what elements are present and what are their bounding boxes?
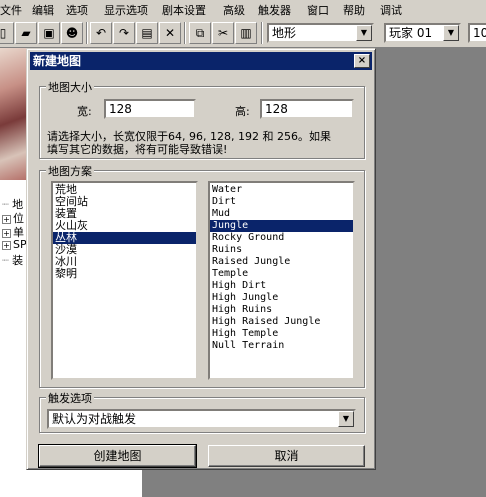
- chevron-down-icon[interactable]: ▼: [338, 411, 354, 427]
- trigger-options-group: 触发选项 默认为对战触发 ▼: [39, 390, 365, 433]
- menu-window[interactable]: 窗口: [307, 2, 329, 18]
- terrain-list-item[interactable]: Null Terrain: [210, 340, 353, 352]
- scheme-list-item[interactable]: 黎明: [53, 268, 196, 280]
- new-map-dialog: 新建地图 × 地图大小 宽: 128 高: 128 请选择大小，长宽仅限于64,…: [26, 48, 376, 470]
- menu-bar: 文件 编辑 选项 显示选项 剧本设置 高级 触发器 窗口 帮助 调试: [0, 0, 486, 18]
- map-size-group: 地图大小 宽: 128 高: 128 请选择大小，长宽仅限于64, 96, 12…: [39, 79, 365, 159]
- terrain-list-item[interactable]: Water: [210, 184, 353, 196]
- menu-triggers[interactable]: 触发器: [258, 2, 291, 18]
- terrain-list-item[interactable]: Jungle: [210, 220, 353, 232]
- terrain-list-item[interactable]: Ruins: [210, 244, 353, 256]
- terrain-list-item[interactable]: High Dirt: [210, 280, 353, 292]
- toolbar-separator: [261, 22, 263, 44]
- menu-debug[interactable]: 调试: [380, 2, 402, 18]
- terrain-list-item[interactable]: Temple: [210, 268, 353, 280]
- map-scheme-legend: 地图方案: [46, 163, 94, 179]
- menu-file[interactable]: 文件: [0, 2, 22, 18]
- new-file-icon[interactable]: ▯: [0, 22, 14, 44]
- chevron-down-icon[interactable]: ▼: [356, 25, 372, 41]
- width-label: 宽:: [77, 105, 92, 118]
- close-icon[interactable]: ×: [354, 54, 370, 68]
- height-label: 高:: [235, 105, 250, 118]
- menu-options[interactable]: 选项: [66, 2, 88, 18]
- height-input[interactable]: 128: [260, 99, 354, 119]
- expand-icon[interactable]: +: [2, 228, 11, 238]
- menu-help[interactable]: 帮助: [343, 2, 365, 18]
- toolbar-separator: [184, 22, 186, 44]
- portrait-icon[interactable]: ☻: [61, 22, 83, 44]
- portrait-preview-image: [0, 48, 26, 180]
- expand-icon[interactable]: +: [2, 214, 11, 224]
- terrain-list-item[interactable]: Rocky Ground: [210, 232, 353, 244]
- player-value: 玩家 01: [389, 26, 433, 40]
- delete-icon[interactable]: ✕: [159, 22, 181, 44]
- cancel-button[interactable]: 取消: [208, 445, 365, 467]
- terrain-layer-select[interactable]: 地形 ▼: [267, 23, 374, 43]
- map-size-legend: 地图大小: [46, 79, 94, 95]
- terrain-list-item[interactable]: Mud: [210, 208, 353, 220]
- size-note-line2: 填写其它的数据，将有可能导致错误!: [47, 143, 228, 156]
- toolbar: ▯ ▰ ▣ ☻ ↶ ↷ ▤ ✕ ⧉ ✂ ▥ 地形 ▼ 玩家 01 ▼ 100: [0, 18, 486, 48]
- cut-icon[interactable]: ✂: [212, 22, 234, 44]
- terrain-list-item[interactable]: High Jungle: [210, 292, 353, 304]
- tree-item[interactable]: + SP: [2, 238, 27, 251]
- redo-icon[interactable]: ↷: [113, 22, 135, 44]
- menu-scenario-settings[interactable]: 剧本设置: [162, 2, 206, 18]
- expand-icon[interactable]: +: [2, 240, 11, 250]
- chevron-down-icon[interactable]: ▼: [443, 25, 459, 41]
- terrain-list-item[interactable]: High Temple: [210, 328, 353, 340]
- save-icon[interactable]: ▣: [38, 22, 60, 44]
- map-scheme-group: 地图方案 荒地 空间站 装置 火山灰 丛林 沙漠 冰川 黎明 Water Dirt Mud Jung…: [39, 163, 365, 388]
- menu-advanced[interactable]: 高级: [223, 2, 245, 18]
- menu-display-options[interactable]: 显示选项: [104, 2, 148, 18]
- copy-icon[interactable]: ⧉: [189, 22, 211, 44]
- trigger-options-select[interactable]: 默认为对战触发 ▼: [47, 409, 356, 429]
- scheme-list[interactable]: 荒地 空间站 装置 火山灰 丛林 沙漠 冰川 黎明: [51, 181, 198, 380]
- create-map-button[interactable]: 创建地图: [38, 444, 197, 468]
- paste-icon[interactable]: ▥: [235, 22, 257, 44]
- menu-edit[interactable]: 编辑: [32, 2, 54, 18]
- terrain-layer-value: 地形: [272, 26, 297, 40]
- zoom-select[interactable]: 100: [468, 23, 486, 43]
- zoom-value: 100: [473, 26, 486, 40]
- trigger-options-value: 默认为对战触发: [52, 412, 137, 426]
- dialog-title-bar[interactable]: 新建地图 ×: [30, 52, 372, 70]
- player-select[interactable]: 玩家 01 ▼: [384, 23, 461, 43]
- terrain-list-item[interactable]: Raised Jungle: [210, 256, 353, 268]
- tree-item[interactable]: ┈ 装: [2, 252, 23, 268]
- trigger-options-legend: 触发选项: [46, 390, 94, 406]
- terrain-list[interactable]: Water Dirt Mud Jungle Rocky Ground Ruins Raise…: [208, 181, 355, 380]
- terrain-list-item[interactable]: High Raised Jungle: [210, 316, 353, 328]
- undo-icon[interactable]: ↶: [90, 22, 112, 44]
- toolbar-separator: [86, 22, 88, 44]
- terrain-list-item[interactable]: High Ruins: [210, 304, 353, 316]
- properties-icon[interactable]: ▤: [136, 22, 158, 44]
- terrain-list-item[interactable]: Dirt: [210, 196, 353, 208]
- width-input[interactable]: 128: [104, 99, 196, 119]
- open-folder-icon[interactable]: ▰: [15, 22, 37, 44]
- dialog-title: 新建地图: [33, 54, 82, 68]
